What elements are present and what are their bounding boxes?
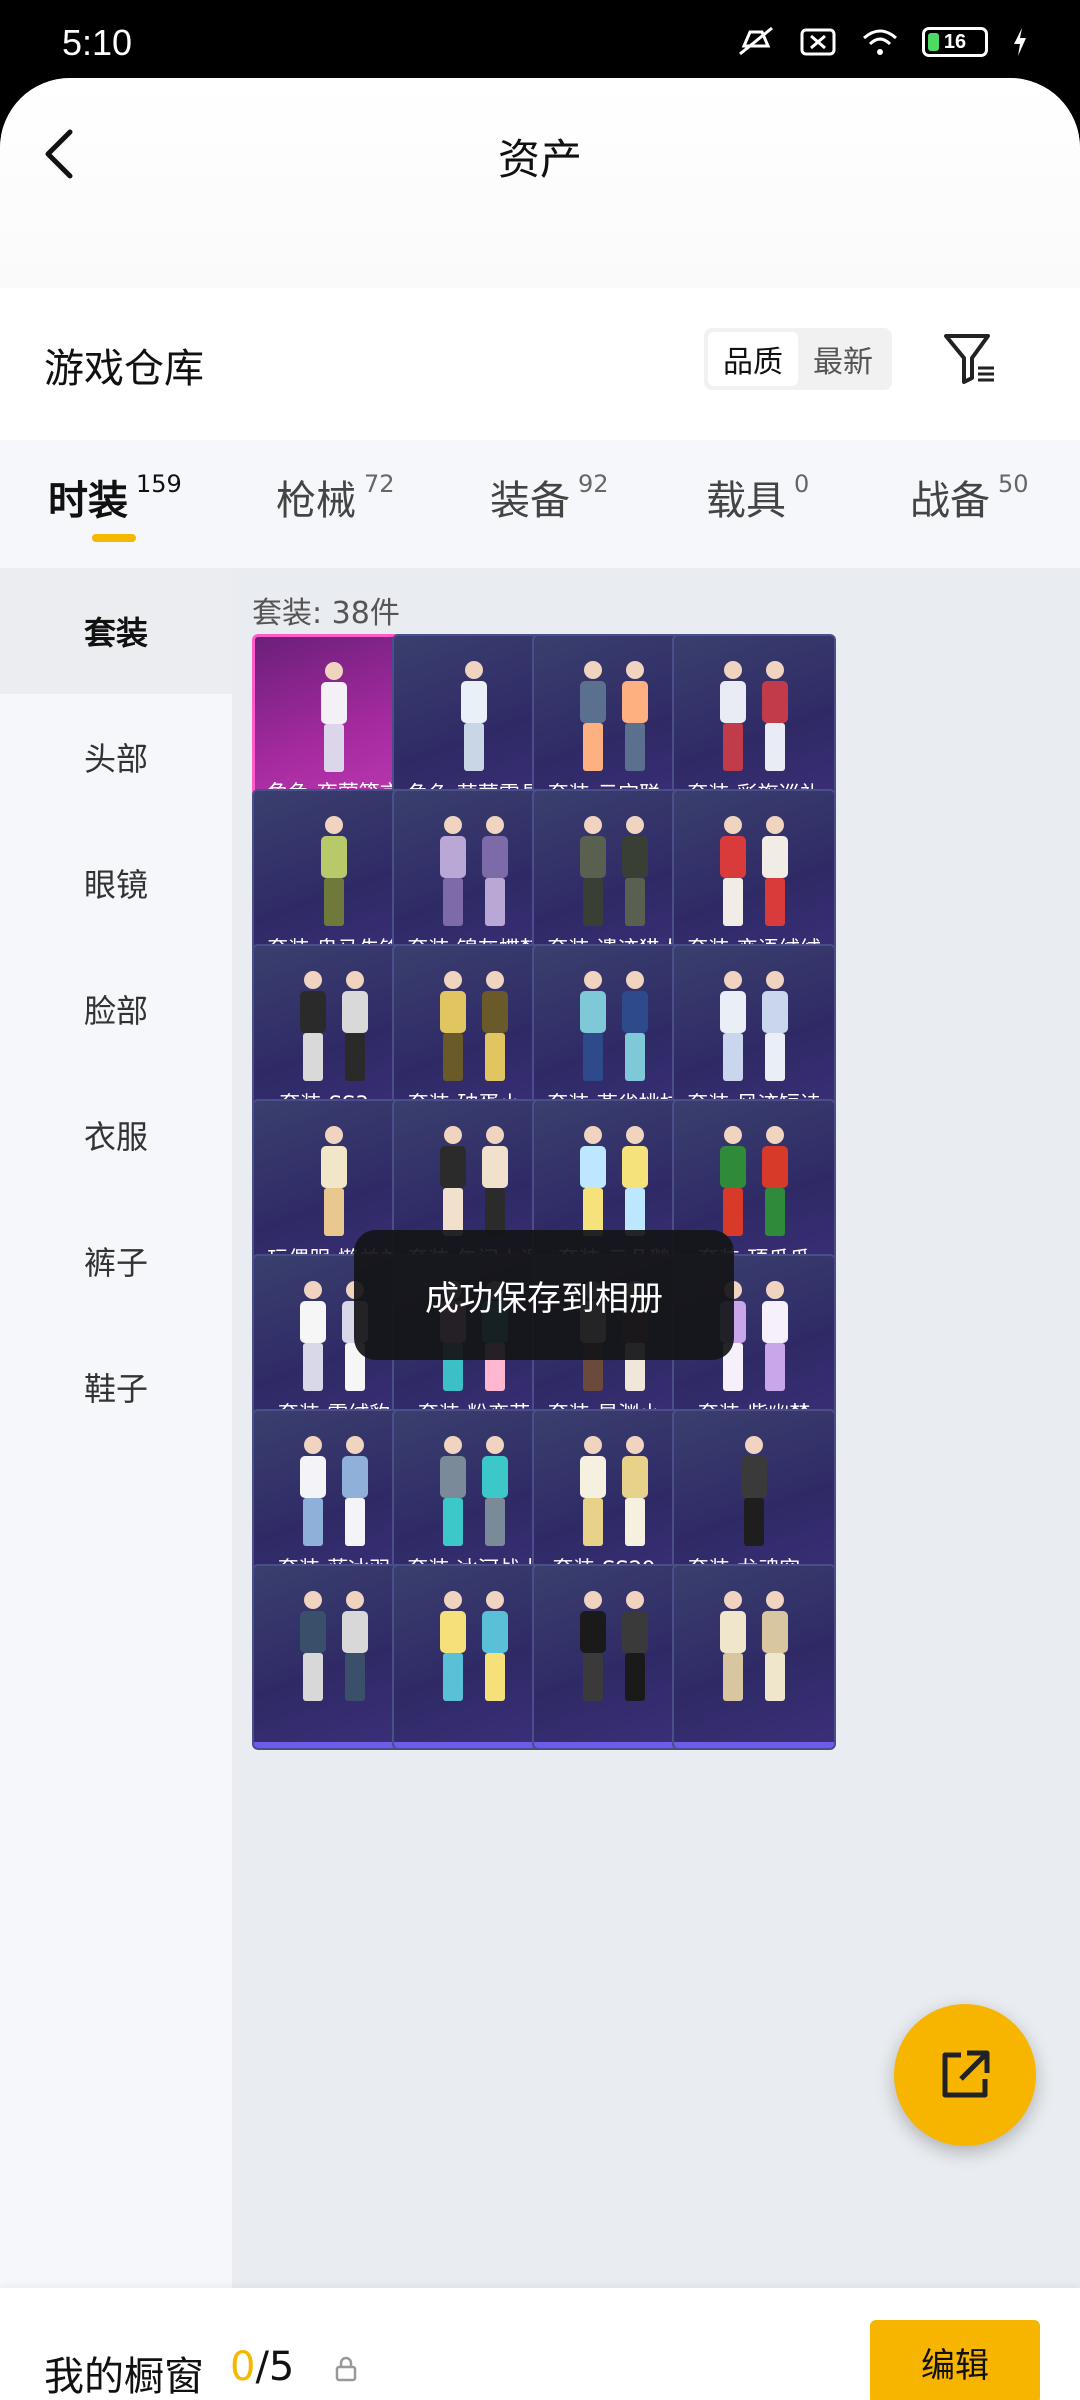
share-icon bbox=[942, 2050, 990, 2098]
outfit-figure-icon bbox=[720, 971, 788, 1081]
sort-quality-button[interactable]: 品质 bbox=[708, 332, 798, 386]
showcase-count: 0/5 bbox=[230, 2344, 294, 2390]
sidebar: 套装 头部 眼镜 脸部 衣服 裤子 鞋子 bbox=[0, 568, 232, 2318]
showcase-current: 0 bbox=[230, 2344, 256, 2390]
status-icons: 16 bbox=[736, 26, 1030, 58]
sort-toggle: 品质 最新 bbox=[704, 328, 892, 390]
outfit-figure-icon bbox=[300, 1591, 368, 1701]
outfit-figure-icon bbox=[720, 1591, 788, 1701]
tab-label: 战备 bbox=[910, 478, 990, 524]
warehouse-title: 游戏仓库 bbox=[44, 346, 204, 392]
header: 资产 bbox=[0, 78, 1080, 288]
item-count-label: 套装: 38件 bbox=[252, 596, 400, 631]
mute-icon bbox=[739, 26, 773, 56]
filter-icon[interactable] bbox=[940, 328, 1000, 390]
battery-level: 16 bbox=[943, 30, 967, 53]
outfit-figure-icon bbox=[580, 1436, 648, 1546]
battery-icon: 16 bbox=[922, 27, 988, 57]
warehouse-row: 游戏仓库 品质 最新 bbox=[0, 318, 1080, 418]
outfit-figure-icon bbox=[440, 1591, 508, 1701]
tab-count: 50 bbox=[998, 470, 1029, 498]
share-button[interactable] bbox=[894, 2004, 1036, 2146]
page-title: 资产 bbox=[497, 135, 582, 184]
sidebar-item-clothes[interactable]: 衣服 bbox=[0, 1072, 232, 1198]
tab-vehicles[interactable]: 载具 0 bbox=[706, 468, 809, 526]
sidebar-item-shoes[interactable]: 鞋子 bbox=[0, 1324, 232, 1450]
outfit-figure-icon bbox=[720, 661, 788, 771]
showcase-total: /5 bbox=[255, 2344, 295, 2390]
tab-label: 载具 bbox=[706, 478, 786, 524]
outfit-figure-icon bbox=[300, 971, 368, 1081]
outfit-figure-icon bbox=[300, 1436, 368, 1546]
status-bar: 5:10 16 bbox=[0, 0, 1080, 78]
wifi-icon bbox=[863, 29, 897, 55]
sort-newest-button[interactable]: 最新 bbox=[798, 332, 888, 386]
sidebar-item-head[interactable]: 头部 bbox=[0, 694, 232, 820]
status-time: 5:10 bbox=[62, 22, 133, 63]
rarity-bar bbox=[394, 1742, 554, 1748]
active-tab-indicator bbox=[92, 534, 136, 542]
sidebar-item-glasses[interactable]: 眼镜 bbox=[0, 820, 232, 946]
outfit-figure-icon bbox=[580, 1591, 648, 1701]
rarity-bar bbox=[254, 1742, 414, 1748]
tab-battle-gear[interactable]: 战备 50 bbox=[910, 468, 1029, 526]
sidebar-item-face[interactable]: 脸部 bbox=[0, 946, 232, 1072]
outfit-figure-icon bbox=[440, 971, 508, 1081]
tab-label: 时装 bbox=[48, 478, 128, 524]
rarity-bar bbox=[674, 1742, 834, 1748]
outfit-figure-icon bbox=[321, 816, 347, 926]
category-tabs: 时装 159 枪械 72 装备 92 载具 0 战备 50 bbox=[0, 440, 1080, 568]
outfit-figure-icon bbox=[461, 661, 487, 771]
tab-fashion[interactable]: 时装 159 bbox=[48, 468, 182, 526]
item-card[interactable] bbox=[672, 1564, 836, 1750]
tab-count: 72 bbox=[364, 470, 395, 498]
lock-icon bbox=[335, 2356, 357, 2382]
outfit-figure-icon bbox=[720, 816, 788, 926]
tab-count: 159 bbox=[136, 470, 182, 498]
outfit-figure-icon bbox=[440, 1436, 508, 1546]
edit-button[interactable]: 编辑 bbox=[870, 2320, 1040, 2400]
outfit-figure-icon bbox=[580, 971, 648, 1081]
tab-label: 枪械 bbox=[276, 478, 356, 524]
tab-count: 92 bbox=[578, 470, 609, 498]
sidebar-item-suit[interactable]: 套装 bbox=[0, 568, 232, 694]
tab-equipment[interactable]: 装备 92 bbox=[490, 468, 609, 526]
tab-label: 装备 bbox=[490, 478, 570, 524]
showcase-title: 我的橱窗 bbox=[44, 2354, 204, 2400]
showcase-bar: 我的橱窗 0/5 编辑 bbox=[0, 2288, 1080, 2400]
outfit-figure-icon bbox=[440, 816, 508, 926]
rarity-bar bbox=[534, 1742, 694, 1748]
outfit-figure-icon bbox=[741, 1436, 767, 1546]
no-sim-icon bbox=[800, 28, 836, 56]
sidebar-item-pants[interactable]: 裤子 bbox=[0, 1198, 232, 1324]
app-sheet: 资产 游戏仓库 品质 最新 时装 159 枪械 72 装备 92 载具 0 战备… bbox=[0, 78, 1080, 2400]
charging-icon bbox=[1014, 28, 1026, 56]
toast-message: 成功保存到相册 bbox=[354, 1230, 734, 1360]
tab-firearms[interactable]: 枪械 72 bbox=[276, 468, 395, 526]
tab-count: 0 bbox=[794, 470, 810, 498]
outfit-figure-icon bbox=[580, 816, 648, 926]
outfit-figure-icon bbox=[580, 661, 648, 771]
outfit-figure-icon bbox=[321, 662, 347, 772]
